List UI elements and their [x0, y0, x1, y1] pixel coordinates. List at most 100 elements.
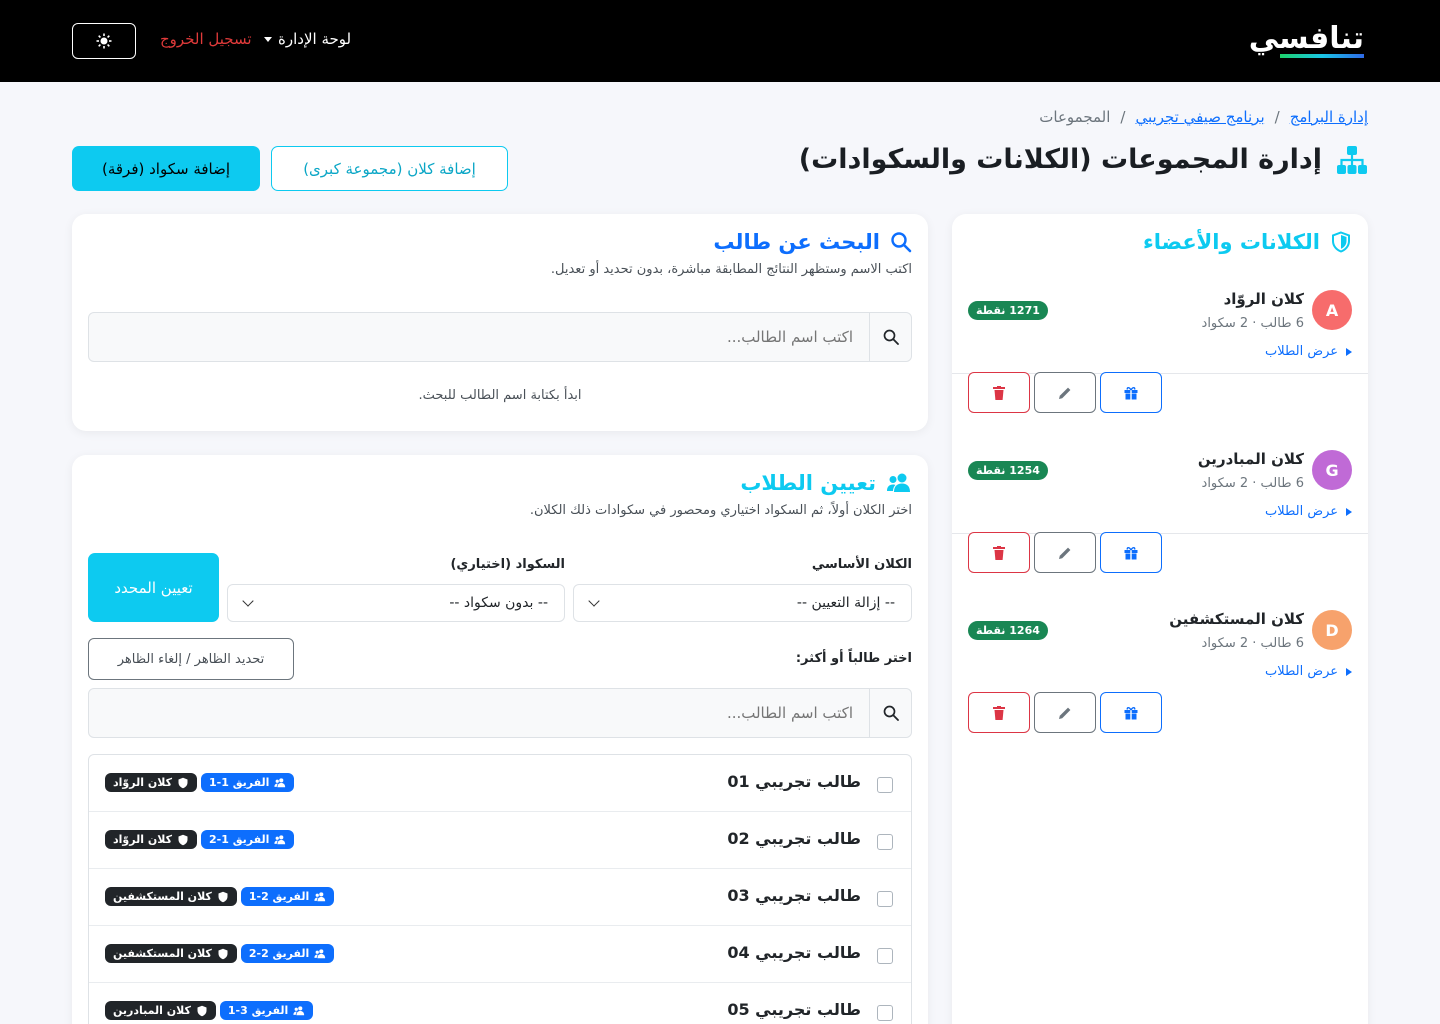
student-checkbox[interactable] — [877, 891, 893, 907]
theme-toggle-button[interactable] — [72, 23, 136, 59]
assign-panel-title: تعيين الطلاب — [740, 471, 912, 495]
admin-dropdown[interactable]: لوحة الإدارة — [264, 30, 351, 48]
student-search-panel: البحث عن طالب اكتب الاسم وستظهر النتائج … — [72, 214, 928, 431]
clan-tag-label: كلان الروّاد — [113, 833, 172, 846]
caret-down-icon — [264, 36, 272, 42]
clan-select-value: -- إزالة التعيين -- — [796, 595, 895, 611]
add-squad-button[interactable]: إضافة سكواد (فرقة) — [72, 146, 260, 191]
student-name: طالب تجريبي 01 — [727, 772, 861, 791]
student-row[interactable]: طالب تجريبي 02 كلان الروّاد الفريق 1-2 — [89, 812, 911, 869]
show-students-label: عرض الطلاب — [1264, 344, 1338, 359]
points-badge: 1271 نقطة — [968, 301, 1048, 320]
clan-tag-label: كلان المبادرين — [113, 1004, 191, 1017]
clan-meta: 6 طالب · 2 سكواد — [1201, 316, 1304, 331]
student-tags: كلان المستكشفين الفريق 2-2 — [105, 944, 335, 963]
clan-select[interactable]: -- إزالة التعيين -- — [573, 584, 912, 622]
clan-tag: كلان الروّاد — [105, 773, 197, 792]
search-addon — [869, 689, 911, 737]
student-row[interactable]: طالب تجريبي 01 كلان الروّاد الفريق 1-1 — [89, 755, 911, 812]
student-search-box — [88, 312, 912, 362]
clan-tag-label: كلان الروّاد — [113, 776, 172, 789]
student-search-input[interactable] — [89, 313, 869, 361]
student-tags: كلان الروّاد الفريق 1-1 — [105, 773, 295, 792]
student-tags: كلان الروّاد الفريق 1-2 — [105, 830, 295, 849]
users-icon — [314, 891, 326, 901]
clan-tag: كلان المستكشفين — [105, 944, 237, 963]
student-checkbox[interactable] — [877, 1005, 893, 1021]
page-title: إدارة المجموعات (الكلانات والسكوادات) — [799, 144, 1368, 175]
assign-panel-title-text: تعيين الطلاب — [740, 471, 876, 495]
clan-actions — [968, 692, 1162, 733]
trash-icon — [993, 705, 1005, 720]
student-checkbox[interactable] — [877, 948, 893, 964]
toggle-visible-button[interactable]: تحديد الظاهر / إلغاء الظاهر — [88, 638, 294, 680]
assign-search-input[interactable] — [89, 689, 869, 737]
student-checkbox[interactable] — [877, 777, 893, 793]
caret-left-icon — [1346, 347, 1352, 356]
show-students-toggle[interactable]: عرض الطلاب — [1265, 664, 1352, 679]
brand-logo-underline — [1280, 54, 1364, 58]
clan-name: كلان المبادرين — [1197, 450, 1304, 468]
search-icon — [883, 329, 899, 345]
add-clan-button[interactable]: إضافة كلان (مجموعة كبرى) — [271, 146, 508, 191]
breadcrumb-separator: / — [1274, 108, 1280, 126]
search-addon — [869, 313, 911, 361]
search-icon — [883, 705, 899, 721]
assign-selected-button[interactable]: تعيين المحدد — [88, 553, 219, 622]
delete-clan-button[interactable] — [968, 692, 1030, 733]
shield-icon — [218, 891, 228, 902]
student-row[interactable]: طالب تجريبي 04 كلان المستكشفين الفريق 2-… — [89, 926, 911, 983]
squad-tag: الفريق 3-1 — [219, 1001, 314, 1020]
search-panel-title: البحث عن طالب — [713, 230, 912, 254]
clan-avatar: A — [1312, 290, 1352, 330]
users-icon — [314, 948, 326, 958]
clan-item: G كلان المبادرين 6 طالب · 2 سكواد عرض ال… — [952, 374, 1368, 573]
clan-tag-label: كلان المستكشفين — [113, 947, 212, 960]
gift-points-button[interactable] — [1100, 692, 1162, 733]
page-title-text: إدارة المجموعات (الكلانات والسكوادات) — [798, 144, 1322, 175]
users-icon — [274, 777, 286, 787]
show-students-toggle[interactable]: عرض الطلاب — [1265, 344, 1352, 359]
student-row[interactable]: طالب تجريبي 05 كلان المبادرين الفريق 3-1 — [89, 983, 911, 1024]
breadcrumb-programs-link[interactable]: إدارة البرامج — [1290, 108, 1368, 126]
student-row[interactable]: طالب تجريبي 03 كلان المستكشفين الفريق 2-… — [89, 869, 911, 926]
squad-select-value: -- بدون سكواد -- — [449, 595, 548, 611]
pencil-icon — [1059, 707, 1071, 719]
student-name: طالب تجريبي 02 — [727, 829, 861, 848]
assign-search-box — [88, 688, 912, 738]
clan-meta: 6 طالب · 2 سكواد — [1201, 476, 1304, 491]
users-icon — [887, 473, 910, 492]
brand-logo[interactable]: تنافسي — [1238, 18, 1365, 64]
top-navbar: تنافسي لوحة الإدارة تسجيل الخروج — [0, 0, 1440, 82]
points-badge: 1254 نقطة — [968, 461, 1048, 480]
shield-icon — [218, 948, 228, 959]
clan-meta: 6 طالب · 2 سكواد — [1201, 636, 1304, 651]
chevron-down-icon — [242, 595, 254, 607]
search-icon — [891, 232, 912, 253]
squad-select[interactable]: -- بدون سكواد -- — [227, 584, 565, 622]
squad-tag-label: الفريق 1-2 — [208, 833, 270, 846]
student-checkbox[interactable] — [877, 834, 893, 850]
show-students-label: عرض الطلاب — [1264, 664, 1338, 679]
chevron-down-icon — [588, 595, 600, 607]
student-name: طالب تجريبي 04 — [727, 943, 861, 962]
edit-clan-button[interactable] — [1034, 692, 1096, 733]
squad-select-label: السكواد (اختياري) — [450, 557, 565, 572]
breadcrumb-separator: / — [1120, 108, 1126, 126]
student-tags: كلان المبادرين الفريق 3-1 — [105, 1001, 314, 1020]
search-panel-description: اكتب الاسم وستظهر النتائج المطابقة مباشر… — [550, 262, 912, 277]
assign-students-panel: تعيين الطلاب اختر الكلان أولاً، ثم السكو… — [72, 455, 928, 1024]
logout-link[interactable]: تسجيل الخروج — [160, 30, 252, 48]
breadcrumb: إدارة البرامج / برنامج صيفي تجريبي / الم… — [1039, 108, 1368, 126]
caret-left-icon — [1346, 667, 1352, 676]
squad-tag-label: الفريق 2-2 — [248, 947, 310, 960]
show-students-toggle[interactable]: عرض الطلاب — [1265, 504, 1352, 519]
clan-select-label: الكلان الأساسي — [811, 557, 912, 572]
show-students-label: عرض الطلاب — [1264, 504, 1338, 519]
student-tags: كلان المستكشفين الفريق 2-1 — [105, 887, 335, 906]
admin-dropdown-label: لوحة الإدارة — [278, 30, 352, 48]
sun-icon — [96, 33, 112, 49]
breadcrumb-program-link[interactable]: برنامج صيفي تجريبي — [1135, 108, 1264, 126]
shield-icon — [178, 834, 188, 845]
clan-name: كلان المستكشفين — [1169, 610, 1304, 628]
